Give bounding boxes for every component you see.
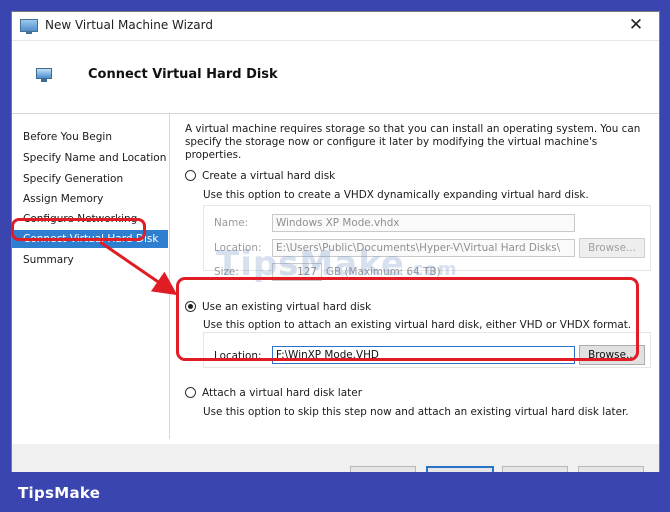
brand-strip bbox=[0, 472, 670, 512]
annotation-arrow bbox=[99, 240, 178, 296]
brand-logo: TipsMake bbox=[18, 484, 101, 502]
